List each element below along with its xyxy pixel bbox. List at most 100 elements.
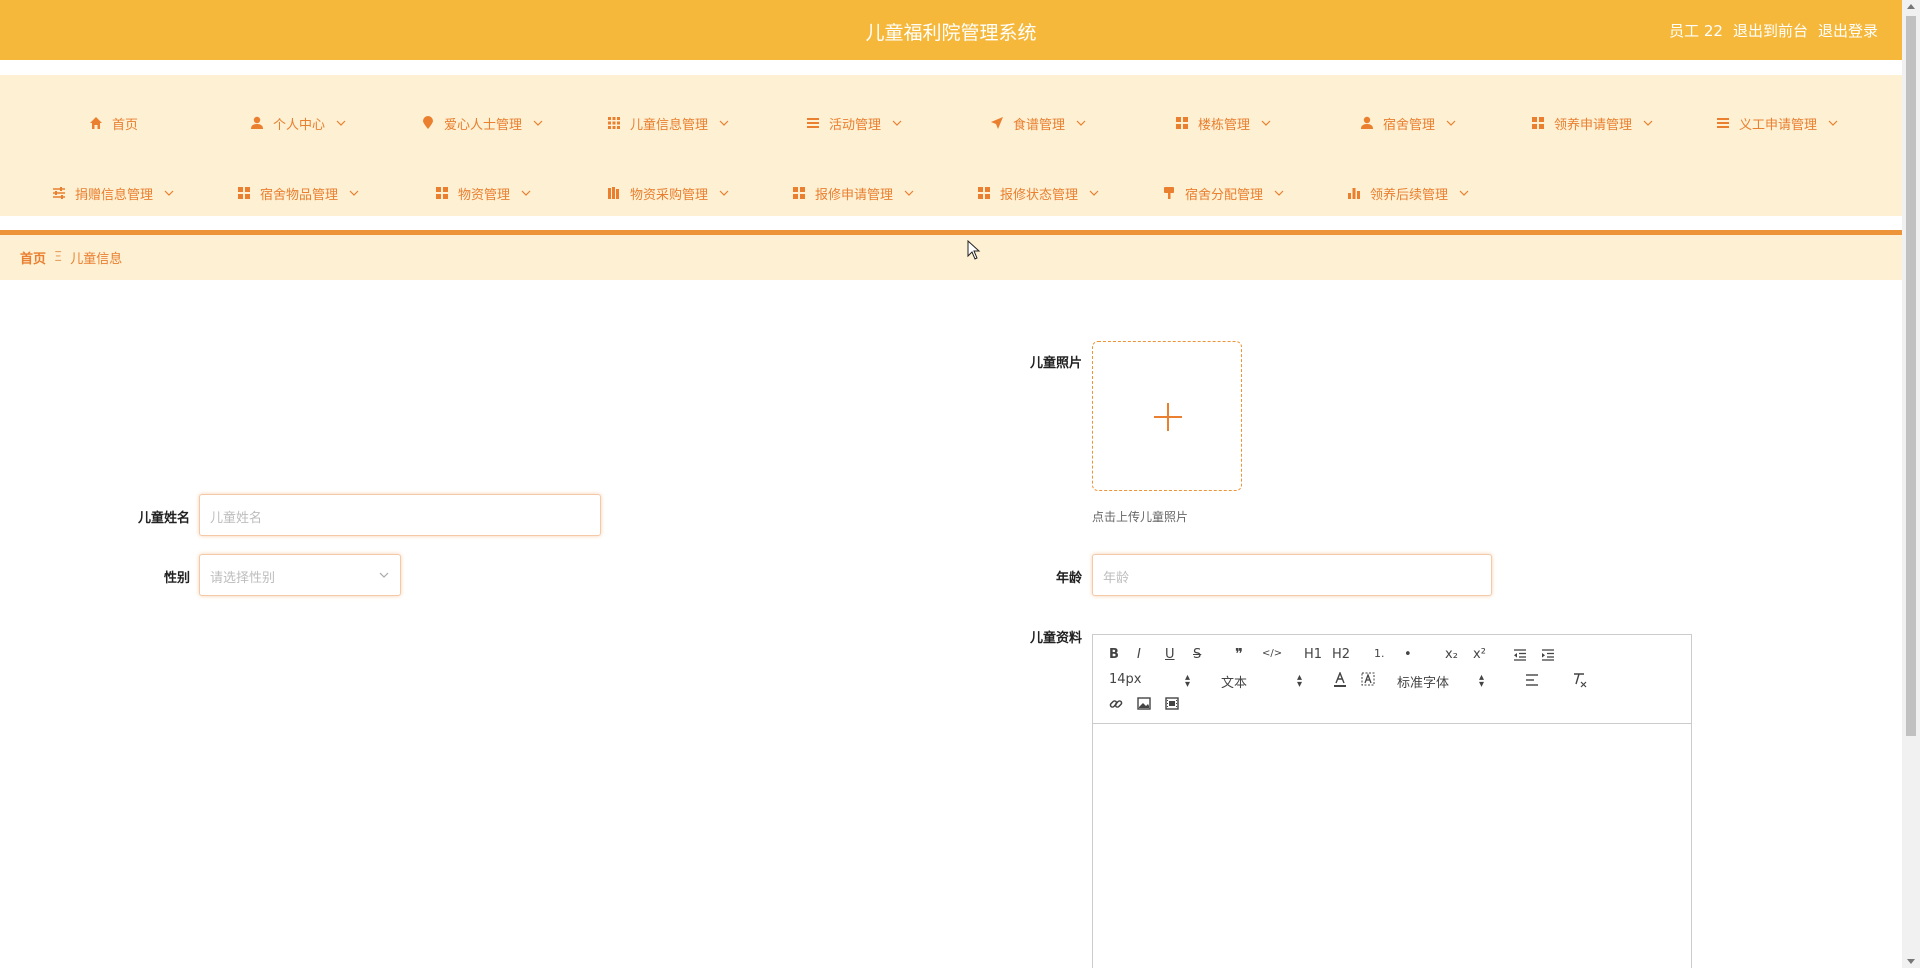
grid4-icon [793, 187, 805, 199]
menu-item-building[interactable]: 楼栋管理 [1175, 108, 1271, 138]
menu-item-label: 宿舍管理 [1383, 117, 1436, 133]
select-arrows-icon: ▴ ▾ [1479, 672, 1485, 690]
font-size-value: 14px [1109, 672, 1142, 687]
bold-button[interactable]: B [1109, 647, 1119, 662]
home-icon [90, 117, 102, 129]
underline-button[interactable]: U [1165, 647, 1175, 662]
select-arrows-icon: ▴ ▾ [1297, 672, 1303, 690]
align-icon[interactable] [1525, 674, 1539, 686]
breadcrumb-home[interactable]: 首页 [20, 248, 46, 267]
menu-item-supplies[interactable]: 物资管理 [435, 178, 531, 208]
menu-row-2: 捐赠信息管理 宿舍物品管理 物资管理 物资采购管理 报修申请管理 报修状态管理 … [0, 178, 1902, 208]
chevron-down-icon [1076, 120, 1086, 126]
name-input[interactable]: 儿童姓名 [199, 494, 601, 536]
chevron-down-icon [336, 120, 346, 126]
menu-item-volunteer-apply[interactable]: 义工申请管理 [1716, 108, 1838, 138]
menu-item-label: 捐赠信息管理 [75, 187, 154, 203]
rich-text-editor: B I U S ❞ </> H1 H2 1. • x₂ x² 14px ▴ ▾ 文… [1092, 634, 1692, 968]
menu-item-dormitory[interactable]: 宿舍管理 [1360, 108, 1456, 138]
breadcrumb-separator: Ξ [54, 250, 63, 265]
photo-upload-tip: 点击上传儿童照片 [1092, 510, 1189, 524]
bullet-list-button[interactable]: • [1404, 647, 1412, 662]
menu-item-child-info[interactable]: 儿童信息管理 [607, 108, 729, 138]
gender-label: 性别 [163, 571, 190, 586]
menu-item-label: 领养申请管理 [1554, 117, 1633, 133]
age-label: 年龄 [1055, 571, 1082, 586]
breadcrumb: 首页 Ξ 儿童信息 [0, 235, 1902, 280]
superscript-button[interactable]: x² [1473, 647, 1486, 662]
menu-item-label: 活动管理 [829, 117, 882, 133]
menu-item-home[interactable]: 首页 [89, 108, 138, 138]
strike-button[interactable]: S [1193, 647, 1201, 662]
menu-item-dorm-allocation[interactable]: 宿舍分配管理 [1162, 178, 1284, 208]
font-family-value: 标准字体 [1397, 676, 1450, 691]
italic-button[interactable]: I [1137, 647, 1141, 662]
scroll-up-arrow-icon[interactable] [1907, 4, 1915, 9]
blockquote-button[interactable]: ❞ [1235, 645, 1243, 663]
h1-button[interactable]: H1 [1304, 647, 1322, 662]
menu-item-donation[interactable]: 捐赠信息管理 [52, 178, 174, 208]
menu-item-volunteer-people[interactable]: 爱心人士管理 [421, 108, 543, 138]
editor-content-area[interactable] [1093, 725, 1691, 968]
menu-item-adoption-followup[interactable]: 领养后续管理 [1347, 178, 1469, 208]
mouse-cursor-icon [967, 240, 981, 260]
chevron-down-icon [349, 190, 359, 196]
font-size-select[interactable]: 14px ▴ ▾ [1109, 672, 1195, 690]
profile-label: 儿童资料 [1029, 631, 1082, 646]
clear-format-icon[interactable] [1571, 672, 1587, 688]
menu-item-label: 儿童信息管理 [630, 117, 709, 133]
h2-button[interactable]: H2 [1332, 647, 1350, 662]
user-area: 员工 22 退出到前台 退出登录 [1669, 20, 1878, 41]
chevron-down-icon [521, 190, 531, 196]
chevron-down-icon [1828, 120, 1838, 126]
menu-row-1: 首页 个人中心 爱心人士管理 儿童信息管理 活动管理 食谱管理 楼栋管理 宿舍管… [0, 108, 1902, 138]
menu-item-repair-apply[interactable]: 报修申请管理 [792, 178, 914, 208]
video-icon[interactable] [1165, 697, 1179, 710]
image-icon[interactable] [1137, 697, 1151, 710]
front-page-link[interactable]: 退出到前台 [1733, 20, 1808, 41]
menu-item-label: 楼栋管理 [1198, 117, 1251, 133]
menu-item-label: 食谱管理 [1013, 117, 1066, 133]
grid4-icon [978, 187, 990, 199]
sliders-icon [53, 187, 65, 199]
code-button[interactable]: </> [1262, 648, 1282, 659]
grid4-icon [1532, 117, 1544, 129]
chevron-down-icon [379, 572, 389, 578]
gender-select[interactable]: 请选择性别 [199, 554, 401, 596]
logout-link[interactable]: 退出登录 [1818, 20, 1878, 41]
menu-item-label: 报修状态管理 [1000, 187, 1079, 203]
scrollbar-thumb[interactable] [1906, 16, 1916, 736]
outdent-icon[interactable] [1513, 649, 1527, 661]
chevron-down-icon [1643, 120, 1653, 126]
header-select[interactable]: 文本 ▴ ▾ [1221, 672, 1307, 692]
menu-item-repair-status[interactable]: 报修状态管理 [977, 178, 1099, 208]
grid4-icon [238, 187, 250, 199]
background-color-icon[interactable] [1361, 672, 1375, 688]
ordered-list-button[interactable]: 1. [1374, 647, 1385, 660]
menu-item-label: 义工申请管理 [1739, 117, 1818, 133]
menu-item-recipe[interactable]: 食谱管理 [990, 108, 1086, 138]
menu-item-dorm-items[interactable]: 宿舍物品管理 [237, 178, 359, 208]
indent-icon[interactable] [1541, 649, 1555, 661]
menu-item-procurement[interactable]: 物资采购管理 [607, 178, 729, 208]
page-scrollbar[interactable] [1902, 0, 1920, 968]
chevron-down-icon [164, 190, 174, 196]
age-input[interactable]: 年龄 [1092, 554, 1492, 596]
font-color-icon[interactable] [1333, 672, 1347, 688]
header-select-value: 文本 [1221, 676, 1248, 691]
subscript-button[interactable]: x₂ [1445, 647, 1458, 662]
chevron-down-icon [1446, 120, 1456, 126]
editor-toolbar: B I U S ❞ </> H1 H2 1. • x₂ x² 14px ▴ ▾ 文… [1093, 635, 1691, 724]
grid9-icon [608, 117, 620, 129]
chevron-down-icon [533, 120, 543, 126]
photo-upload[interactable] [1092, 341, 1242, 491]
font-family-select[interactable]: 标准字体 ▴ ▾ [1397, 672, 1489, 692]
chevron-down-icon [904, 190, 914, 196]
username-label: 员工 22 [1669, 22, 1723, 40]
menu-item-activity[interactable]: 活动管理 [806, 108, 902, 138]
menu-item-personal-center[interactable]: 个人中心 [250, 108, 346, 138]
menu-item-label: 个人中心 [273, 117, 326, 133]
menu-item-adoption-apply[interactable]: 领养申请管理 [1531, 108, 1653, 138]
link-icon[interactable] [1109, 697, 1123, 711]
scroll-down-arrow-icon[interactable] [1907, 959, 1915, 964]
